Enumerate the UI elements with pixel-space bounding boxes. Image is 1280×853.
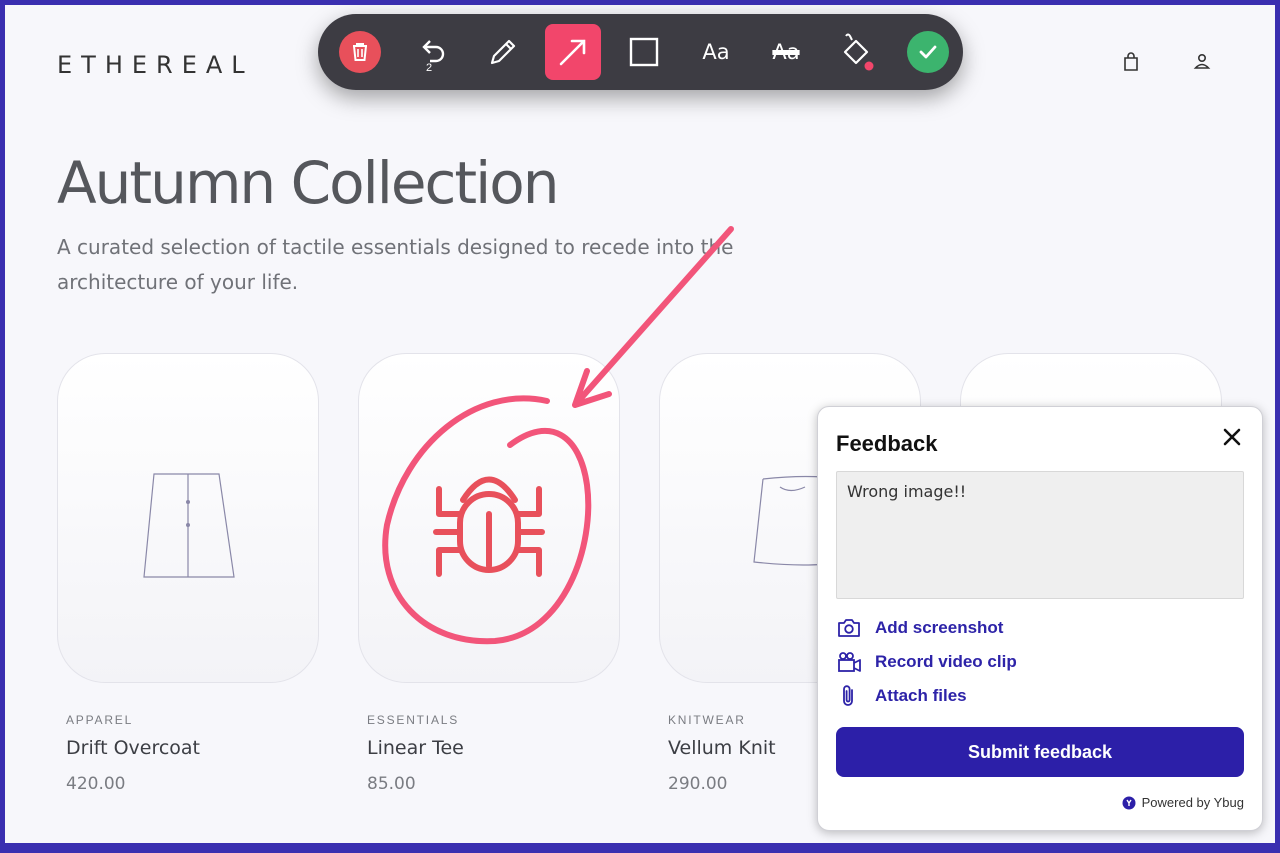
ybug-logo-icon [1122,796,1136,809]
confirm-tool-button[interactable] [900,24,956,80]
add-screenshot-label: Add screenshot [875,618,1004,637]
paperclip-icon [843,685,853,706]
fill-bucket-icon [843,33,874,71]
submit-feedback-button[interactable]: Submit feedback [836,727,1244,777]
camera-icon [838,619,860,637]
bug-icon [433,476,545,577]
product-price: 420.00 [66,774,126,794]
close-icon[interactable] [1220,425,1244,449]
arrow-tool-button[interactable] [545,24,601,80]
text-tool-button[interactable]: Aa [688,24,744,80]
product-card-linear-tee[interactable] [358,353,620,683]
product-name[interactable]: Vellum Knit [668,737,776,759]
rectangle-icon [629,37,659,67]
page-subtitle: A curated selection of tactile essential… [57,235,734,294]
feedback-panel: Feedback Wrong image!! Add screenshot Re… [817,406,1263,831]
app-frame: ETHEREAL Autumn Collection A curated sel… [5,5,1275,843]
product-price: 290.00 [668,774,728,794]
page-title: Autumn Collection [57,149,560,217]
rectangle-tool-button[interactable] [616,24,672,80]
arrow-icon [559,39,586,66]
undo-count: 2 [426,62,433,74]
confirm-icon [907,31,949,73]
shopping-bag-icon[interactable] [1120,51,1142,73]
product-card-drift-overcoat[interactable] [57,353,319,683]
brand-logo[interactable]: ETHEREAL [57,51,254,79]
product-price: 85.00 [367,774,416,794]
powered-by-label: Powered by Ybug [1141,795,1244,810]
user-icon[interactable] [1191,51,1213,73]
video-camera-icon [838,652,861,672]
trash-tool-button[interactable] [332,24,388,80]
annotation-toolbar: 2 Aa Aa [318,14,963,90]
powered-by[interactable]: Powered by Ybug [1122,795,1244,810]
pencil-icon [490,39,516,65]
pencil-tool-button[interactable] [475,24,531,80]
feedback-title: Feedback [836,431,938,456]
product-category: KNITWEAR [668,713,746,727]
attach-files-button[interactable]: Attach files [836,683,967,709]
strikethrough-tool-button[interactable]: Aa [758,24,814,80]
trash-icon [339,31,381,73]
record-video-label: Record video clip [875,652,1017,671]
attach-files-label: Attach files [875,686,967,705]
fill-tool-button[interactable] [828,24,884,80]
product-category: ESSENTIALS [367,713,460,727]
product-category: APPAREL [66,713,134,727]
product-name[interactable]: Linear Tee [367,737,464,759]
add-screenshot-button[interactable]: Add screenshot [836,615,1003,641]
product-name[interactable]: Drift Overcoat [66,737,200,759]
undo-tool-button[interactable]: 2 [404,24,460,80]
feedback-textarea[interactable]: Wrong image!! [836,471,1244,599]
record-video-button[interactable]: Record video clip [836,649,1017,675]
coat-outline-icon [143,473,235,578]
